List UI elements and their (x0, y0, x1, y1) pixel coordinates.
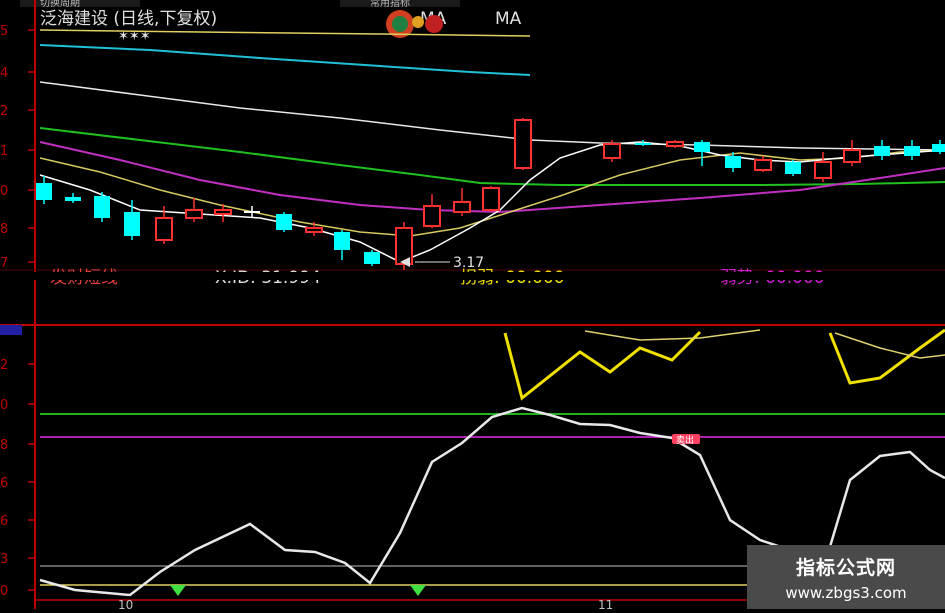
candle-body-up (453, 201, 471, 213)
candle-body-down (725, 156, 741, 168)
ma-line-white (39, 81, 945, 151)
candle-body-down (94, 196, 110, 218)
indicator-axis-label: 0 (0, 398, 8, 413)
candle-body-up (185, 209, 203, 219)
candle-body-up (814, 161, 832, 179)
indicator-line-yellow-1 (503, 330, 702, 401)
indicator-axis-label: 6 (0, 514, 8, 529)
candle-body-down (36, 183, 52, 200)
candle-body-down (334, 232, 350, 250)
indicator-line-thin-1 (584, 329, 761, 341)
candle-body-up (514, 119, 532, 169)
candle-body-up (482, 187, 500, 211)
candle-body-up (214, 209, 232, 215)
candle-body-down (785, 162, 801, 174)
candle-body-up (423, 205, 441, 227)
price-axis-label: 7 (0, 256, 8, 271)
watermark-title: 指标公式网 (795, 556, 896, 579)
candle-body-up (666, 141, 684, 147)
indicator-corner-marker (0, 325, 22, 335)
tab-indicators-label: 常用指标 (370, 0, 410, 9)
candle-body-up (155, 217, 173, 241)
date-label-10: 10 (118, 598, 133, 609)
date-label-11: 11 (598, 598, 613, 609)
candle-body-up (305, 227, 323, 233)
indicator-axis-label: 6 (0, 476, 8, 491)
candle-body-down (635, 143, 651, 145)
candle-body-down (124, 212, 140, 236)
chart-stage: 切换周期 常用指标 泛海建设 (日线,下复权) MA MA ✶✶✶ 542108… (0, 0, 945, 612)
candle-body-down (364, 252, 380, 264)
indicator-axis-label: 2 (0, 358, 8, 373)
stock-title: 泛海建设 (日线,下复权) (40, 9, 217, 29)
price-axis-label: 4 (0, 66, 8, 81)
indicator-axis-label: 0 (0, 584, 8, 599)
candle-body-down (932, 144, 945, 152)
ma-line-cyan (39, 44, 531, 76)
price-axis-label: 8 (0, 222, 8, 237)
candle-body-down (276, 214, 292, 230)
ma-line-yellow-top (39, 29, 531, 37)
ma-label-2: MA (495, 9, 522, 29)
indicator-line-thin-2 (834, 332, 945, 359)
candle-body-up (843, 149, 861, 163)
watermark-panel: 指标公式网 www.zbgs3.com (747, 545, 945, 609)
candle-body-down (694, 142, 710, 152)
tab-period[interactable] (20, 0, 140, 7)
price-axis-label: 0 (0, 184, 8, 199)
buy-arrow-icon (170, 585, 186, 596)
indicator-axis-label: 8 (0, 438, 8, 453)
candle-body-up (603, 143, 621, 159)
low-price-marker (400, 257, 450, 267)
price-axis-label: 1 (0, 144, 8, 159)
tab-period-label: 切换周期 (40, 0, 80, 9)
candle-body-up (754, 159, 772, 171)
indicator-axis-label: 3 (0, 552, 8, 567)
candle-body-down (874, 146, 890, 156)
price-axis-label: 5 (0, 24, 8, 39)
candle-body-down (65, 197, 81, 201)
sell-signal-label: 卖出 (676, 434, 694, 446)
watermark-url: www.zbgs3.com (785, 583, 907, 602)
buy-arrow-icon (410, 585, 426, 596)
price-axis-label: 2 (0, 104, 8, 119)
candle-body-down (904, 146, 920, 156)
